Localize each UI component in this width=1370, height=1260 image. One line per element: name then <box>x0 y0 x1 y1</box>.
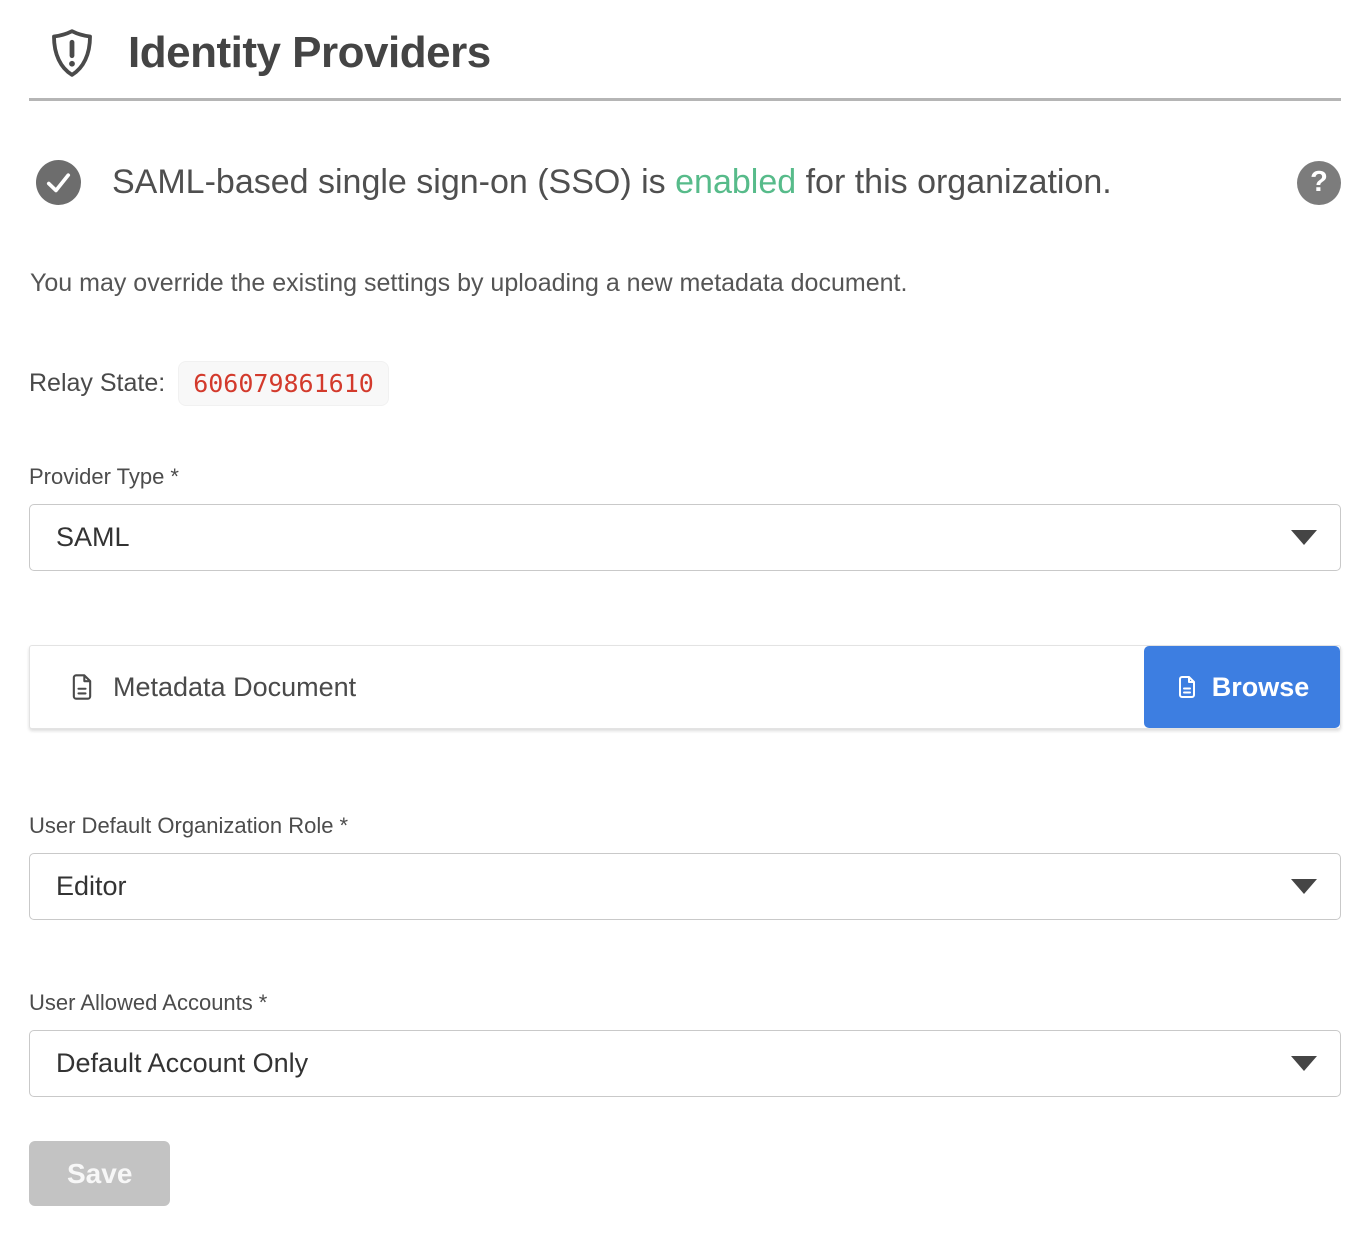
user-default-org-role-value: Editor <box>56 871 127 902</box>
sso-status-text: SAML-based single sign-on (SSO) is enabl… <box>112 163 1112 202</box>
required-marker: * <box>259 990 268 1015</box>
document-icon <box>68 670 96 704</box>
chevron-down-icon <box>1291 879 1317 894</box>
browse-button-label: Browse <box>1212 672 1310 703</box>
user-allowed-accounts-group: User Allowed Accounts* Default Account O… <box>29 990 1341 1097</box>
user-default-org-role-label: User Default Organization Role* <box>29 813 1341 839</box>
status-enabled-text: enabled <box>675 163 796 201</box>
chevron-down-icon <box>1291 530 1317 545</box>
user-default-org-role-group: User Default Organization Role* Editor <box>29 813 1341 920</box>
help-icon[interactable]: ? <box>1297 161 1341 205</box>
sso-status-banner: SAML-based single sign-on (SSO) is enabl… <box>29 160 1341 205</box>
metadata-document-label: Metadata Document <box>113 672 356 703</box>
relay-state-row: Relay State: 606079861610 <box>29 361 1341 406</box>
shield-alert-icon <box>49 24 95 82</box>
required-marker: * <box>339 813 348 838</box>
chevron-down-icon <box>1291 1056 1317 1071</box>
relay-state-label: Relay State: <box>29 369 165 398</box>
provider-type-value: SAML <box>56 522 130 553</box>
metadata-document-upload[interactable]: Metadata Document Browse <box>29 645 1341 729</box>
status-text-after: for this organization. <box>796 163 1112 201</box>
provider-type-group: Provider Type* SAML <box>29 464 1341 571</box>
provider-type-select[interactable]: SAML <box>29 504 1341 571</box>
identity-providers-page: Identity Providers SAML-based single sig… <box>0 0 1370 1206</box>
relay-state-value: 606079861610 <box>178 361 389 406</box>
user-allowed-accounts-label: User Allowed Accounts* <box>29 990 1341 1016</box>
user-allowed-accounts-value: Default Account Only <box>56 1048 308 1079</box>
user-allowed-accounts-select[interactable]: Default Account Only <box>29 1030 1341 1097</box>
save-button[interactable]: Save <box>29 1141 170 1206</box>
user-default-org-role-label-text: User Default Organization Role <box>29 813 333 838</box>
browse-button[interactable]: Browse <box>1144 646 1340 728</box>
page-title: Identity Providers <box>128 28 491 78</box>
override-description: You may override the existing settings b… <box>30 269 1341 298</box>
check-circle-icon <box>36 160 81 205</box>
required-marker: * <box>170 464 179 489</box>
status-text-before: SAML-based single sign-on (SSO) is <box>112 163 675 201</box>
document-icon <box>1175 672 1199 702</box>
header-divider <box>29 98 1341 101</box>
provider-type-label: Provider Type* <box>29 464 1341 490</box>
user-default-org-role-select[interactable]: Editor <box>29 853 1341 920</box>
user-allowed-accounts-label-text: User Allowed Accounts <box>29 990 253 1015</box>
provider-type-label-text: Provider Type <box>29 464 164 489</box>
page-header: Identity Providers <box>29 0 1341 82</box>
